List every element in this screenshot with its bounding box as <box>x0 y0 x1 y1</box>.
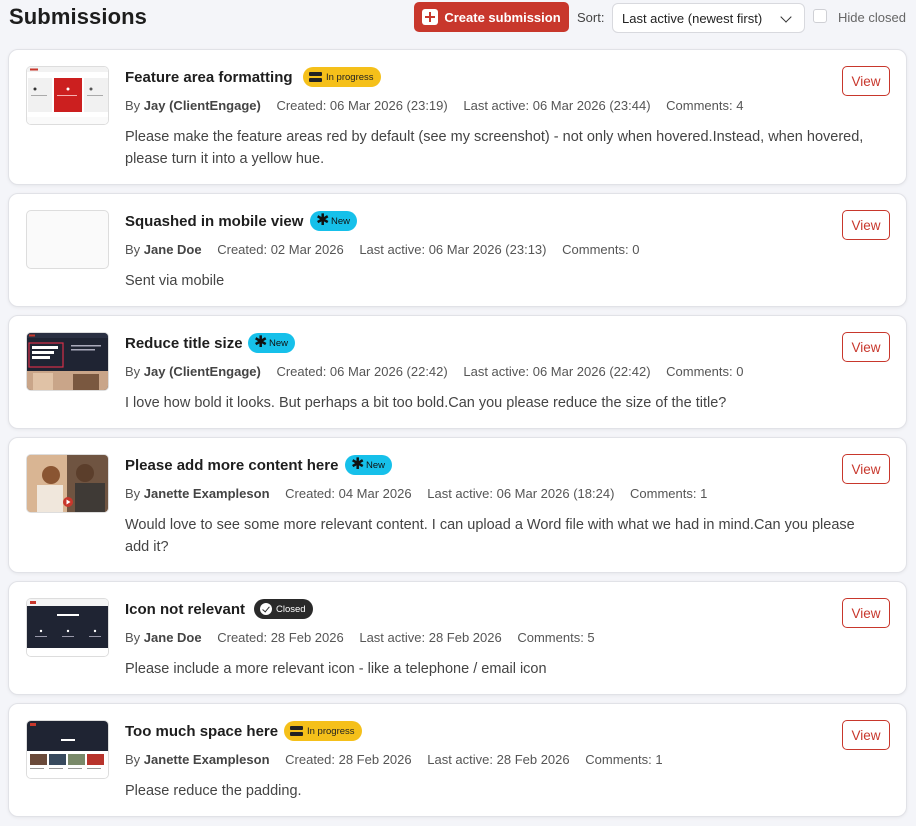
submission-thumbnail[interactable] <box>26 720 109 779</box>
submission-card: Squashed in mobile view ✱ New By Jane Do… <box>8 193 907 307</box>
submissions-list: Feature area formatting In progress By J… <box>0 0 916 826</box>
submission-card: Icon not relevant Closed By Jane Doe Cre… <box>8 581 907 695</box>
submission-card: Feature area formatting In progress By J… <box>8 49 907 185</box>
view-button[interactable]: View <box>842 720 890 750</box>
screenshot-thumbnail-image <box>27 599 108 656</box>
submission-comments: Comments: 4 <box>666 98 744 113</box>
asterisk-icon: ✱ <box>254 333 268 351</box>
server-icon <box>290 726 303 736</box>
submission-meta: By Janette Exampleson Created: 28 Feb 20… <box>125 752 663 767</box>
submission-comments: Comments: 5 <box>517 630 595 645</box>
submission-meta: By Janette Exampleson Created: 04 Mar 20… <box>125 486 708 501</box>
status-badge: ✱ New <box>310 211 358 231</box>
submission-created: Created: 28 Feb 2026 <box>285 752 412 767</box>
submission-thumbnail[interactable] <box>26 454 109 513</box>
submission-description: Please reduce the padding. <box>125 783 302 799</box>
screenshot-thumbnail-image <box>27 455 108 512</box>
submission-meta: By Jay (ClientEngage) Created: 06 Mar 20… <box>125 98 744 113</box>
view-button[interactable]: View <box>842 598 890 628</box>
status-badge-label: In progress <box>307 725 355 737</box>
status-badge: ✱ New <box>345 455 393 475</box>
asterisk-icon: ✱ <box>316 211 330 229</box>
submission-title[interactable]: Too much space here <box>125 723 278 740</box>
submission-card: Too much space here In progress By Janet… <box>8 703 907 817</box>
submission-author: Jay (ClientEngage) <box>143 364 261 379</box>
submission-meta: By Jane Doe Created: 28 Feb 2026 Last ac… <box>125 630 595 645</box>
submission-thumbnail[interactable] <box>26 210 109 269</box>
submission-thumbnail[interactable] <box>26 332 109 391</box>
submission-created: Created: 06 Mar 2026 (22:42) <box>276 364 448 379</box>
status-badge: ✱ New <box>248 333 296 353</box>
status-badge-label: In progress <box>326 71 374 83</box>
submission-author: Janette Exampleson <box>143 752 270 767</box>
submission-description: Please make the feature areas red by def… <box>125 129 864 167</box>
submission-comments: Comments: 1 <box>585 752 663 767</box>
submission-comments: Comments: 1 <box>630 486 708 501</box>
submission-card: Please add more content here ✱ New By Ja… <box>8 437 907 573</box>
submission-last-active: Last active: 28 Feb 2026 <box>359 630 502 645</box>
status-badge-label: Closed <box>276 603 306 615</box>
submission-last-active: Last active: 06 Mar 2026 (23:13) <box>359 242 547 257</box>
submission-last-active: Last active: 06 Mar 2026 (18:24) <box>427 486 615 501</box>
submission-created: Created: 04 Mar 2026 <box>285 486 412 501</box>
view-button[interactable]: View <box>842 332 890 362</box>
submission-created: Created: 02 Mar 2026 <box>217 242 344 257</box>
submission-thumbnail[interactable] <box>26 598 109 657</box>
asterisk-icon: ✱ <box>351 455 365 473</box>
status-badge: Closed <box>254 599 313 619</box>
submission-last-active: Last active: 06 Mar 2026 (22:42) <box>463 364 651 379</box>
submission-created: Created: 28 Feb 2026 <box>217 630 344 645</box>
screenshot-thumbnail-image <box>27 721 108 778</box>
submission-meta: By Jane Doe Created: 02 Mar 2026 Last ac… <box>125 242 640 257</box>
submission-author: Janette Exampleson <box>143 486 270 501</box>
submission-comments: Comments: 0 <box>666 364 744 379</box>
submission-title[interactable]: Feature area formatting <box>125 69 293 86</box>
submission-author: Jane Doe <box>143 630 202 645</box>
submission-title[interactable]: Reduce title size <box>125 335 243 352</box>
status-badge-label: New <box>269 337 289 349</box>
status-badge-label: New <box>366 459 386 471</box>
submission-title[interactable]: Icon not relevant <box>125 601 245 618</box>
submission-created: Created: 06 Mar 2026 (23:19) <box>276 98 448 113</box>
status-badge: In progress <box>303 67 381 87</box>
submission-comments: Comments: 0 <box>562 242 640 257</box>
screenshot-thumbnail-image <box>27 333 108 390</box>
view-button[interactable]: View <box>842 454 890 484</box>
submission-description: Would love to see some more relevant con… <box>125 517 855 555</box>
view-button[interactable]: View <box>842 66 890 96</box>
submission-thumbnail[interactable] <box>26 66 109 125</box>
submission-card: Reduce title size ✱ New By Jay (ClientEn… <box>8 315 907 429</box>
submission-description: Please include a more relevant icon - li… <box>125 661 547 677</box>
screenshot-thumbnail-image <box>27 67 108 124</box>
submission-last-active: Last active: 28 Feb 2026 <box>427 752 570 767</box>
submission-description: Sent via mobile <box>125 273 225 289</box>
server-icon <box>309 72 322 82</box>
status-badge: In progress <box>284 721 362 741</box>
submission-meta: By Jay (ClientEngage) Created: 06 Mar 20… <box>125 364 744 379</box>
check-circle-icon <box>260 603 272 615</box>
submission-last-active: Last active: 06 Mar 2026 (23:44) <box>463 98 651 113</box>
submission-description: I love how bold it looks. But perhaps a … <box>125 395 727 411</box>
submission-title[interactable]: Please add more content here <box>125 457 338 474</box>
submission-title[interactable]: Squashed in mobile view <box>125 213 303 230</box>
status-badge-label: New <box>331 215 351 227</box>
submission-author: Jane Doe <box>143 242 202 257</box>
view-button[interactable]: View <box>842 210 890 240</box>
submission-author: Jay (ClientEngage) <box>143 98 261 113</box>
